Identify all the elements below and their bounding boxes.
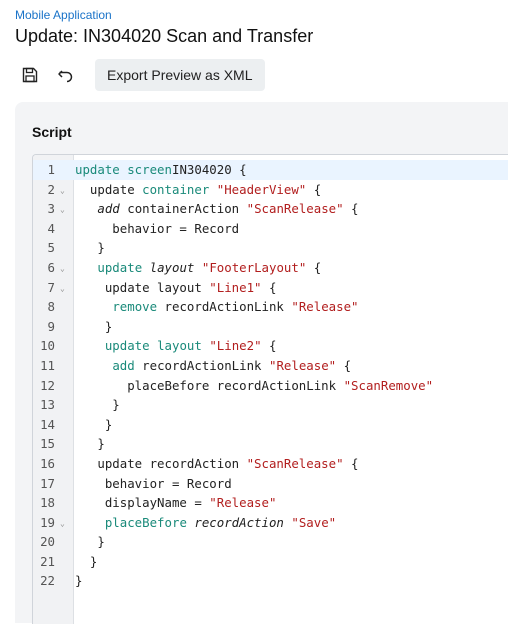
undo-icon — [58, 70, 73, 83]
code-line[interactable]: 16 update recordAction "ScanRelease" { — [33, 454, 508, 474]
code-text: } — [75, 573, 83, 589]
code-line[interactable]: 11 add recordActionLink "Release" { — [33, 356, 508, 376]
code-text: update layout "Line1" { — [75, 279, 277, 295]
code-text: } — [75, 534, 105, 550]
code-line[interactable]: 13 } — [33, 395, 508, 415]
code-text: } — [75, 416, 113, 432]
code-line[interactable]: 9 } — [33, 317, 508, 337]
code-line[interactable]: 18 displayName = "Release" — [33, 493, 508, 513]
line-number: 3 — [47, 201, 55, 217]
code-text: } — [75, 553, 98, 569]
code-text: remove recordActionLink "Release" — [112, 299, 359, 315]
code-line[interactable]: 6 ⌄ update layout "FooterLayout" { — [33, 258, 508, 278]
code-line[interactable]: 15 } — [33, 434, 508, 454]
section-title: Script — [32, 124, 72, 140]
code-line[interactable]: 19 ⌄ placeBefore recordAction "Save" — [33, 513, 508, 533]
fold-chevron-icon[interactable]: ⌄ — [60, 181, 65, 201]
code-text: placeBefore recordAction "Save" — [104, 514, 337, 530]
line-number: 21 — [40, 553, 55, 569]
code-line[interactable]: 21 } — [33, 552, 508, 572]
line-number: 1 — [47, 162, 55, 177]
code-line[interactable]: 3 ⌄ add containerAction "ScanRelease" { — [33, 199, 508, 219]
code-text: placeBefore recordActionLink "ScanRemove… — [75, 377, 434, 393]
line-number: 12 — [40, 377, 55, 393]
line-number: 17 — [40, 475, 55, 491]
code-text: } — [75, 436, 105, 452]
script-panel: Script 1 update screenIN304020 { 2 ⌄ update… — [15, 102, 508, 624]
fold-chevron-icon[interactable]: ⌄ — [60, 200, 65, 220]
code-text: add recordActionLink "Release" { — [112, 357, 352, 373]
code-line[interactable]: 2 ⌄ update container "HeaderView" { — [33, 180, 508, 200]
line-number: 8 — [47, 299, 55, 315]
code-text: update container "HeaderView" { — [89, 181, 322, 197]
code-line[interactable]: 12 placeBefore recordActionLink "ScanRem… — [33, 376, 508, 396]
code-line[interactable]: 14 } — [33, 415, 508, 435]
code-text: add containerAction "ScanRelease" { — [97, 201, 359, 217]
line-number: 10 — [40, 338, 55, 354]
save-icon — [22, 67, 38, 83]
line-number: 7 — [47, 279, 55, 295]
code-text: behavior = Record — [75, 475, 232, 491]
code-text: behavior = Record — [75, 220, 240, 236]
code-editor[interactable]: 1 update screenIN304020 { 2 ⌄ update contai… — [32, 154, 508, 624]
fold-chevron-icon[interactable]: ⌄ — [60, 259, 65, 279]
line-number: 5 — [47, 240, 55, 256]
line-number: 11 — [40, 357, 55, 373]
code-text: } — [75, 240, 105, 256]
line-number: 2 — [47, 181, 55, 197]
save-button[interactable] — [15, 60, 45, 90]
code-text: update recordAction "ScanRelease" { — [75, 455, 359, 471]
line-number: 14 — [40, 416, 55, 432]
code-line[interactable]: 7 ⌄ update layout "Line1" { — [33, 278, 508, 298]
code-line[interactable]: 22} — [33, 571, 508, 591]
line-number: 13 — [40, 397, 55, 413]
line-number: 4 — [47, 220, 55, 236]
code-line[interactable]: 1 update screenIN304020 { — [33, 160, 508, 180]
code-line[interactable]: 17 behavior = Record — [33, 474, 508, 494]
line-number: 15 — [40, 436, 55, 452]
code-text: update layout "FooterLayout" { — [97, 259, 322, 275]
line-number: 16 — [40, 455, 55, 471]
breadcrumb[interactable]: Mobile Application — [15, 8, 112, 22]
code-line[interactable]: 8 remove recordActionLink "Release" — [33, 297, 508, 317]
fold-chevron-icon[interactable]: ⌄ — [60, 514, 65, 534]
line-number: 20 — [40, 534, 55, 550]
page-title: Update: IN304020 Scan and Transfer — [15, 26, 314, 46]
code-text: update layout "Line2" { — [104, 338, 277, 354]
code-lines: 1 update screenIN304020 { 2 ⌄ update contai… — [33, 160, 508, 591]
export-preview-xml-button[interactable]: Export Preview as XML — [95, 59, 265, 91]
toolbar: Export Preview as XML — [15, 58, 265, 92]
undo-button[interactable] — [51, 60, 81, 90]
code-text: } — [75, 397, 120, 413]
code-line[interactable]: 5 } — [33, 238, 508, 258]
line-number: 19 — [40, 514, 55, 530]
code-line[interactable]: 10 update layout "Line2" { — [33, 336, 508, 356]
line-number: 18 — [40, 495, 55, 511]
fold-chevron-icon[interactable]: ⌄ — [60, 279, 65, 299]
code-line[interactable]: 4 behavior = Record — [33, 219, 508, 239]
code-line[interactable]: 20 } — [33, 532, 508, 552]
line-number: 9 — [47, 318, 55, 334]
code-text: update screenIN304020 { — [75, 162, 247, 177]
code-text: } — [75, 318, 113, 334]
line-number: 6 — [47, 259, 55, 275]
code-text: displayName = "Release" — [75, 495, 277, 511]
line-number: 22 — [40, 573, 55, 589]
